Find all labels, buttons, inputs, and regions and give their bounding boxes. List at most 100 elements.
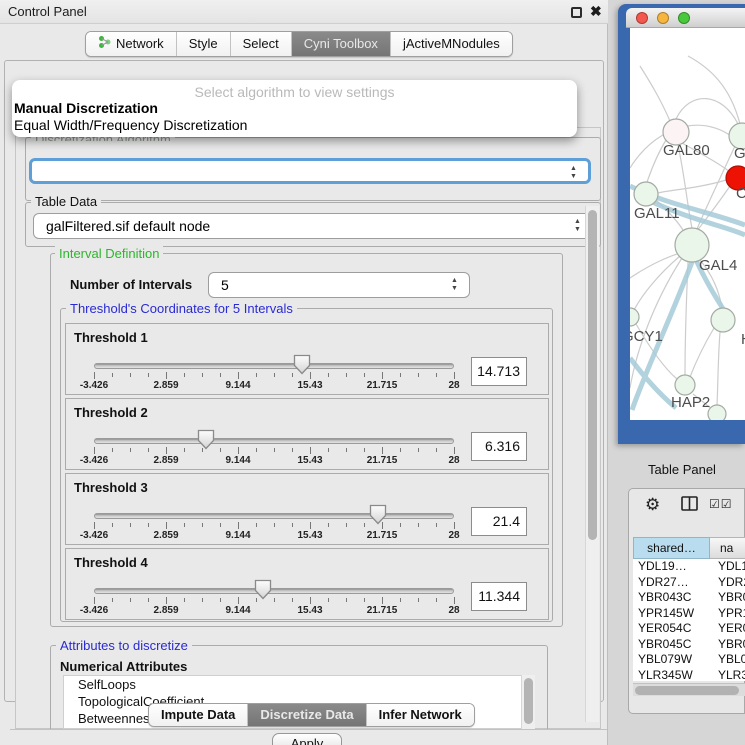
minimize-traffic-light[interactable] (657, 12, 669, 24)
bottom-tab-infer-network[interactable]: Infer Network (367, 704, 474, 726)
algorithm-combobox[interactable]: ▲▼ (29, 158, 591, 184)
network-node[interactable] (708, 405, 726, 420)
slider-tick-label: 21.715 (367, 455, 398, 466)
algorithm-option-manual[interactable]: Manual Discretization (14, 100, 158, 116)
number-of-intervals-value: 5 (221, 277, 229, 293)
slider-tick (274, 598, 275, 602)
threshold-2-slider-thumb[interactable] (197, 429, 215, 450)
slider-tick-label: 15.43 (297, 380, 322, 391)
slider-tick (166, 597, 167, 604)
attribute-item-selfloops[interactable]: SelfLoops (64, 676, 534, 693)
threshold-3-value-field[interactable]: 21.4 (471, 507, 527, 536)
slider-tick (148, 448, 149, 452)
network-node-h[interactable] (711, 308, 735, 332)
table-horizontal-scrollbar[interactable] (633, 683, 745, 696)
bottom-tab-label: Discretize Data (260, 707, 353, 722)
column-header-shared-name[interactable]: shared… (633, 537, 710, 559)
network-node-gcy1[interactable] (630, 308, 639, 326)
slider-tick (292, 598, 293, 602)
column-header-name[interactable]: na (710, 537, 745, 559)
slider-tick (400, 448, 401, 452)
column-layout-icon[interactable] (681, 496, 698, 514)
threshold-2-slider-track[interactable] (94, 438, 454, 444)
slider-tick (94, 597, 95, 604)
slider-tick (130, 373, 131, 377)
slider-tick (328, 448, 329, 452)
cell-name: YBL0 (710, 652, 745, 668)
network-node-gal11[interactable] (634, 182, 658, 206)
slider-tick (94, 372, 95, 379)
slider-tick (94, 522, 95, 529)
cell-name: YLR3 (710, 668, 745, 682)
gear-icon[interactable]: ⚙ (645, 495, 660, 515)
slider-tick (220, 523, 221, 527)
algorithm-dropdown-popup: Select algorithm to view settings Manual… (12, 80, 577, 137)
slider-tick (454, 372, 455, 379)
panel-scrollbar[interactable] (585, 206, 599, 722)
slider-tick (112, 598, 113, 602)
threshold-4-label: Threshold 4 (74, 555, 148, 570)
cell-shared-name: YDL19… (633, 559, 710, 575)
close-icon[interactable]: ✖ (590, 3, 602, 20)
slider-tick-label: 28 (448, 380, 459, 391)
table-row-ydl19[interactable]: YDL19…YDL1 (633, 559, 745, 575)
threshold-1-slider-track[interactable] (94, 363, 454, 369)
tab-label: jActiveMNodules (403, 36, 500, 51)
threshold-2-value-field[interactable]: 6.316 (471, 432, 527, 461)
bottom-tab-impute-data[interactable]: Impute Data (149, 704, 248, 726)
threshold-1-value-field[interactable]: 14.713 (471, 357, 527, 386)
threshold-2-label: Threshold 2 (74, 405, 148, 420)
algorithm-option-equal-width[interactable]: Equal Width/Frequency Discretization (14, 117, 247, 133)
tab-jactivemnodules[interactable]: jActiveMNodules (391, 32, 512, 56)
slider-tick-label: 2.859 (153, 380, 178, 391)
slider-tick (436, 448, 437, 452)
slider-tick-label: -3.426 (80, 455, 108, 466)
table-data-combobox[interactable]: galFiltered.sif default node ▲▼ (33, 213, 593, 239)
slider-tick (310, 597, 311, 604)
network-view-window[interactable]: GAL80GCGAL11GAL4GCY1HHAP2 (618, 4, 745, 444)
tab-style[interactable]: Style (177, 32, 231, 56)
threshold-4-slider-thumb[interactable] (254, 579, 272, 600)
tab-cyni-toolbox[interactable]: Cyni Toolbox (292, 32, 391, 56)
threshold-3-slider-thumb[interactable] (369, 504, 387, 525)
threshold-1-slider-thumb[interactable] (293, 354, 311, 375)
checkbox-icon[interactable]: ☑☑ (709, 497, 733, 511)
table-row-yer054c[interactable]: YER054CYER0 (633, 621, 745, 637)
table-row-ylr345w[interactable]: YLR345WYLR3 (633, 668, 745, 682)
threshold-4-slider-track[interactable] (94, 588, 454, 594)
application-root: Control Panel ✖ NetworkStyleSelectCyni T… (0, 0, 745, 745)
slider-tick (148, 373, 149, 377)
network-node-label: C (736, 185, 745, 202)
slider-tick (94, 447, 95, 454)
tab-select[interactable]: Select (231, 32, 292, 56)
number-of-intervals-combobox[interactable]: 5 ▲▼ (208, 272, 470, 298)
network-canvas[interactable]: GAL80GCGAL11GAL4GCY1HHAP2 (630, 28, 745, 420)
close-traffic-light[interactable] (636, 12, 648, 24)
tab-network[interactable]: Network (86, 32, 177, 56)
table-row-ybr045c[interactable]: YBR045CYBR0 (633, 637, 745, 653)
slider-tick (130, 523, 131, 527)
slider-tick (274, 448, 275, 452)
slider-tick (436, 373, 437, 377)
threshold-4-value-field[interactable]: 11.344 (471, 582, 527, 611)
threshold-3-slider-track[interactable] (94, 513, 454, 519)
apply-button[interactable]: Apply (272, 733, 342, 745)
slider-tick (364, 448, 365, 452)
table-row-ybr043c[interactable]: YBR043CYBR0 (633, 590, 745, 606)
slider-tick (166, 372, 167, 379)
slider-tick (256, 373, 257, 377)
slider-tick-label: -3.426 (80, 380, 108, 391)
slider-tick (436, 523, 437, 527)
cell-shared-name: YLR345W (633, 668, 710, 682)
table-row-ypr145w[interactable]: YPR145WYPR1 (633, 606, 745, 622)
slider-tick (238, 522, 239, 529)
attributes-list-scrollbar[interactable] (521, 675, 535, 729)
table-row-ydr27[interactable]: YDR27…YDR2 (633, 575, 745, 591)
bottom-tab-discretize-data[interactable]: Discretize Data (248, 704, 366, 726)
zoom-traffic-light[interactable] (678, 12, 690, 24)
slider-tick-label: 21.715 (367, 605, 398, 616)
network-node-hap2[interactable] (675, 375, 695, 395)
float-window-icon[interactable] (571, 7, 582, 18)
table-row-ybl079w[interactable]: YBL079WYBL0 (633, 652, 745, 668)
cell-name: YBR0 (710, 590, 745, 606)
